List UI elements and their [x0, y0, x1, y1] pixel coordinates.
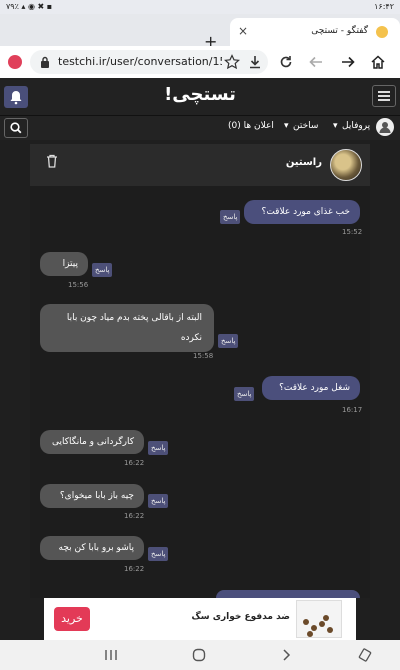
nav-build[interactable]: ساختن	[293, 121, 318, 131]
menu-line-icon	[378, 99, 390, 101]
product-pellet-icon	[311, 625, 317, 631]
system-navigation-bar	[0, 640, 400, 670]
site-logo[interactable]: تستچی!	[160, 84, 240, 105]
product-pellet-icon	[323, 615, 329, 621]
message-time: 16:22	[124, 565, 145, 573]
home-circle-icon[interactable]	[192, 648, 206, 662]
message-time: 15:56	[68, 281, 89, 289]
address-bar[interactable]: testchi.ir/user/conversation/1586	[30, 50, 268, 74]
battery-percent: ۷۹٪	[6, 2, 19, 11]
message-bubble: البته از باقالی پخته بدم میاد چون بابا ن…	[40, 304, 214, 352]
product-pellet-icon	[303, 619, 309, 625]
nav-profile[interactable]: پروفایل	[342, 121, 370, 131]
url-text[interactable]: testchi.ir/user/conversation/1586	[58, 55, 222, 68]
trash-icon[interactable]	[46, 154, 58, 168]
nav-profile-chevron-icon[interactable]: ▾	[333, 121, 338, 131]
message-time: 15:52	[342, 228, 363, 236]
user-avatar-icon[interactable]	[376, 118, 394, 136]
system-status-bar: ۷۹٪ ▴ ◉ ✖ ▪ ۱۶:۴۲	[0, 0, 400, 14]
favicon-icon	[376, 26, 388, 38]
back-arrow-icon[interactable]	[308, 54, 324, 70]
message-bubble-partial	[216, 590, 360, 598]
reply-button[interactable]: پاسخ	[148, 441, 169, 455]
bookmark-star-icon[interactable]	[224, 54, 240, 70]
buy-button[interactable]: خرید	[54, 607, 90, 631]
status-time: ۱۶:۴۲	[374, 2, 394, 11]
forward-arrow-icon[interactable]	[340, 54, 356, 70]
reply-button[interactable]: پاسخ	[220, 210, 241, 224]
conversation-header: راستین	[30, 144, 370, 186]
message-bubble: پاشو برو بابا کن بچه	[40, 536, 144, 560]
message-time: 15:58	[193, 352, 214, 360]
contact-name: راستین	[285, 157, 322, 168]
reply-button[interactable]: پاسخ	[218, 334, 239, 348]
home-icon[interactable]	[370, 54, 386, 70]
hamburger-menu-button[interactable]	[372, 85, 396, 107]
search-button[interactable]	[4, 118, 28, 138]
site-header: تستچی!	[0, 78, 400, 116]
contact-avatar[interactable]	[330, 149, 362, 181]
site-nav: اعلان ها (0) ▾ ساختن ▾ پروفایل	[0, 116, 400, 140]
product-pellet-icon	[307, 631, 313, 637]
browser-toolbar: testchi.ir/user/conversation/1586	[0, 46, 400, 78]
product-pellet-icon	[319, 621, 325, 627]
bell-icon	[10, 91, 22, 105]
message-bubble: پیتزا	[40, 252, 88, 276]
conversation-panel: راستین خب غذای مورد علاقت؟ پاسخ 15:52 پی…	[30, 144, 370, 598]
extension-icon[interactable]	[8, 55, 22, 69]
rotate-screen-icon[interactable]	[358, 648, 372, 662]
status-icons: ۷۹٪ ▴ ◉ ✖ ▪	[6, 2, 53, 11]
notifications-button[interactable]	[4, 86, 28, 108]
message-time: 16:22	[124, 459, 145, 467]
reply-button[interactable]: پاسخ	[234, 387, 255, 401]
menu-line-icon	[378, 91, 390, 93]
search-icon	[10, 122, 22, 134]
nav-build-chevron-icon[interactable]: ▾	[284, 121, 289, 131]
product-pellet-icon	[327, 627, 333, 633]
tab-close-icon[interactable]: ×	[238, 24, 248, 38]
recents-icon[interactable]	[104, 649, 118, 661]
nav-back-chevron-icon[interactable]	[280, 648, 292, 662]
reply-button[interactable]: پاسخ	[148, 494, 169, 508]
download-icon[interactable]	[248, 55, 262, 69]
browser-tab[interactable]: × گفتگو - تستچی	[230, 18, 400, 46]
menu-line-icon	[378, 95, 390, 97]
ad-text[interactable]: ضد مدفوع خواری سگ	[192, 612, 290, 622]
reply-button[interactable]: پاسخ	[92, 263, 113, 277]
message-bubble: کارگردانی و مانگاکایی	[40, 430, 144, 454]
browser-tab-strip: + × گفتگو - تستچی	[0, 14, 400, 51]
message-time: 16:17	[342, 406, 363, 414]
message-bubble: خب غذای مورد علاقت؟	[244, 200, 360, 224]
reload-icon[interactable]	[278, 54, 294, 70]
product-image[interactable]	[296, 600, 342, 638]
message-bubble: شغل مورد علاقت؟	[262, 376, 360, 400]
lock-icon	[41, 56, 49, 68]
nav-notifications[interactable]: اعلان ها (0)	[228, 121, 274, 131]
message-time: 16:22	[124, 512, 145, 520]
reply-button[interactable]: پاسخ	[148, 547, 169, 561]
message-bubble: چیه باز بابا میخوای؟	[40, 484, 144, 508]
tab-title: گفتگو - تستچی	[311, 26, 368, 36]
ad-banner[interactable]: خرید ضد مدفوع خواری سگ	[44, 598, 356, 640]
